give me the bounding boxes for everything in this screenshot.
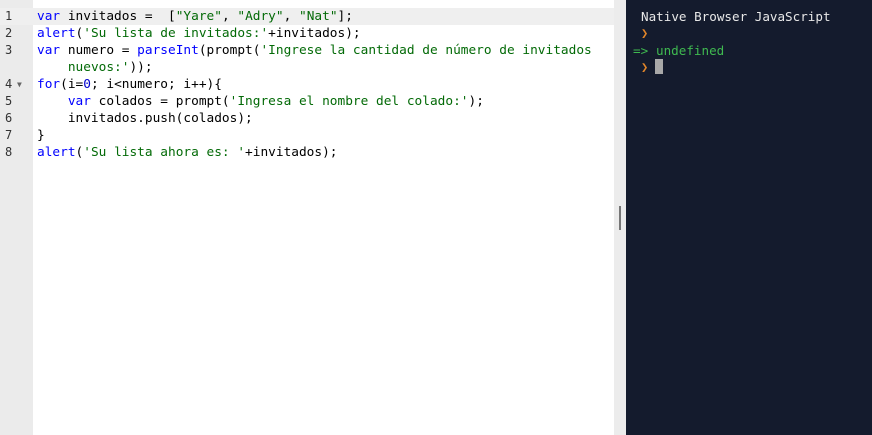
console-prompt-icon: ❯ [641, 26, 649, 40]
code-line[interactable]: var numero = parseInt(prompt('Ingrese la… [37, 42, 592, 59]
code-token: 'Su lista ahora es: ' [83, 145, 246, 160]
code-token: colados = prompt( [90, 94, 230, 109]
code-line[interactable]: alert('Su lista de invitados:'+invitados… [37, 25, 361, 42]
code-token: (prompt( [198, 43, 261, 58]
code-token: +invitados); [245, 145, 338, 160]
code-token: invitados.push(colados); [37, 111, 253, 126]
line-number: 3 [5, 43, 13, 57]
code-line[interactable]: } [37, 127, 45, 144]
code-token: } [37, 128, 45, 143]
code-token: +invitados); [268, 26, 361, 41]
code-line[interactable]: for(i=0; i<numero; i++){ [37, 76, 222, 93]
code-token: nuevos:' [67, 60, 130, 75]
code-line[interactable]: var invitados = ["Yare", "Adry", "Nat"]; [37, 8, 353, 25]
line-number: 1 [5, 9, 13, 23]
code-token: invitados = [ [60, 9, 176, 24]
code-token: alert [37, 145, 76, 160]
line-number: 5 [5, 94, 13, 108]
console-input-prompt-icon: ❯ [641, 60, 649, 74]
code-token: "Yare" [175, 9, 222, 24]
code-line[interactable]: alert('Su lista ahora es: '+invitados); [37, 144, 338, 161]
fold-toggle-icon[interactable]: ▼ [17, 76, 22, 93]
code-token: alert [37, 26, 76, 41]
line-number: 6 [5, 111, 13, 125]
line-number: 4 [5, 77, 13, 91]
code-token: 'Ingrese la cantidad de número de invita… [260, 43, 592, 58]
code-token: 'Ingresa el nombre del colado:' [229, 94, 469, 109]
result-value: undefined [656, 43, 725, 58]
console-input-cursor[interactable] [655, 59, 663, 74]
code-line[interactable]: var colados = prompt('Ingresa el nombre … [37, 93, 484, 110]
code-token: for [37, 77, 61, 92]
line-number: 8 [5, 145, 13, 159]
result-arrow: => [633, 43, 649, 58]
code-token: 0 [83, 77, 91, 92]
code-token: , [221, 9, 238, 24]
splitter-handle[interactable] [619, 206, 621, 230]
console-title: Native Browser JavaScript [641, 9, 831, 24]
code-line[interactable]: nuevos:')); [37, 59, 153, 76]
code-token: ; i<numero; i++){ [90, 77, 222, 92]
line-number: 2 [5, 26, 13, 40]
code-token: )); [129, 60, 153, 75]
code-token: var [37, 43, 61, 58]
code-token: parseInt [137, 43, 199, 58]
code-token: "Nat" [299, 9, 338, 24]
line-number-gutter [0, 0, 33, 435]
code-editor[interactable]: 1 var invitados = ["Yare", "Adry", "Nat"]… [0, 0, 614, 435]
code-token: , [283, 9, 300, 24]
code-token: ); [468, 94, 484, 109]
code-token: var [37, 9, 61, 24]
code-token: ]; [337, 9, 353, 24]
code-token: 'Su lista de invitados:' [83, 26, 269, 41]
code-token: (i= [60, 77, 84, 92]
code-token: numero = [60, 43, 138, 58]
code-line[interactable]: invitados.push(colados); [37, 110, 253, 127]
line-number: 7 [5, 128, 13, 142]
code-token: var [67, 94, 91, 109]
code-token: "Adry" [237, 9, 284, 24]
